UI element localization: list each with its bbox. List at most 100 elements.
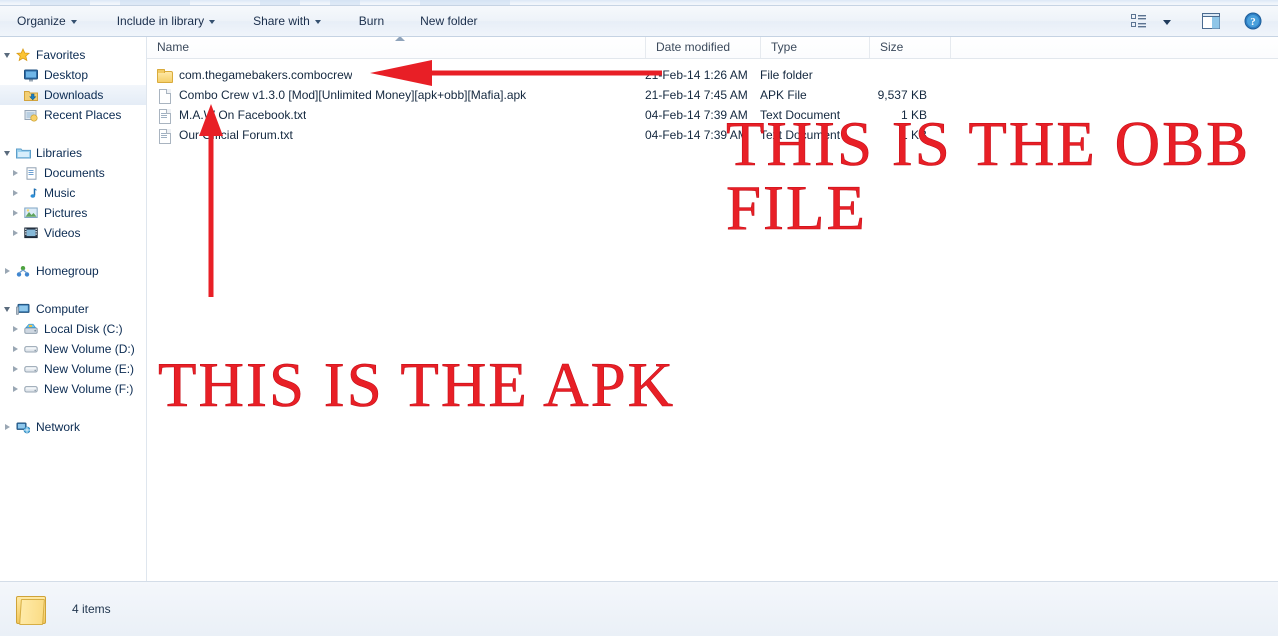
- desktop-icon: [22, 69, 40, 82]
- sidebar-item-downloads-label: Downloads: [44, 88, 104, 102]
- toolbar-share-with-button[interactable]: Share with: [244, 9, 330, 33]
- column-header-size-label: Size: [880, 40, 904, 54]
- file-type-cell: APK File: [760, 88, 807, 102]
- file-list-pane: Name Date modified Type Size com.thegame…: [147, 37, 1278, 582]
- toolbar-include-in-library-button[interactable]: Include in library: [108, 9, 224, 33]
- videos-icon: [22, 227, 40, 239]
- expand-arrow-icon[interactable]: [8, 386, 22, 392]
- column-header-date-modified[interactable]: Date modified: [645, 37, 760, 58]
- expand-arrow-icon[interactable]: [0, 424, 14, 430]
- file-size-cell: 9,537 KB: [877, 88, 927, 102]
- sidebar-item-videos-label: Videos: [44, 226, 81, 240]
- sidebar-group-network[interactable]: Network: [0, 417, 146, 437]
- expand-arrow-icon[interactable]: [8, 346, 22, 352]
- sidebar-item-pictures[interactable]: Pictures: [0, 203, 146, 223]
- sidebar-item-videos[interactable]: Videos: [0, 223, 146, 243]
- toolbar-new-folder-button[interactable]: New folder: [411, 9, 486, 33]
- drive-icon: [22, 363, 40, 375]
- toolbar-organize-button[interactable]: Organize: [8, 9, 86, 33]
- expand-arrow-icon[interactable]: [0, 268, 14, 274]
- expand-arrow-icon[interactable]: [8, 190, 22, 196]
- homegroup-icon: [14, 265, 32, 278]
- svg-text:?: ?: [1250, 16, 1256, 28]
- sidebar-group-computer[interactable]: Computer: [0, 299, 146, 319]
- preview-pane-icon[interactable]: [1198, 10, 1224, 32]
- navigation-pane[interactable]: Favorites Desktop Downloads Recent Place…: [0, 37, 147, 582]
- expand-arrow-icon[interactable]: [8, 230, 22, 236]
- table-row[interactable]: M.A.W On Facebook.txt 04-Feb-14 7:39 AM …: [147, 105, 1278, 125]
- sidebar-item-music-label: Music: [44, 186, 76, 200]
- sidebar-group-libraries[interactable]: Libraries: [0, 143, 146, 163]
- sidebar-item-local-disk-c[interactable]: Local Disk (C:): [0, 319, 146, 339]
- folder-icon: [157, 68, 173, 83]
- expand-arrow-icon[interactable]: [0, 150, 14, 156]
- sidebar-item-desktop[interactable]: Desktop: [0, 65, 146, 85]
- pictures-icon: [22, 207, 40, 219]
- sidebar-item-new-volume-e[interactable]: New Volume (E:): [0, 359, 146, 379]
- file-type-cell: Text Document: [760, 108, 841, 122]
- sidebar-group-computer-label: Computer: [36, 302, 89, 316]
- change-view-icon[interactable]: [1126, 10, 1152, 32]
- column-header-size[interactable]: Size: [869, 37, 950, 58]
- file-name-label: com.thegamebakers.combocrew: [179, 68, 353, 82]
- drive-icon: [22, 383, 40, 395]
- toolbar-organize-label: Organize: [17, 14, 66, 28]
- file-size-cell: 1 KB: [900, 128, 927, 142]
- sidebar-item-new-volume-f-label: New Volume (F:): [44, 382, 134, 396]
- sidebar-item-documents[interactable]: Documents: [0, 163, 146, 183]
- item-count-label: 4 items: [72, 602, 111, 616]
- expand-arrow-icon[interactable]: [0, 52, 14, 58]
- sidebar-item-recent-places[interactable]: Recent Places: [0, 105, 146, 125]
- sidebar-group-favorites[interactable]: Favorites: [0, 45, 146, 65]
- expand-arrow-icon[interactable]: [8, 170, 22, 176]
- chevron-down-icon: [70, 20, 77, 24]
- view-dropdown-icon[interactable]: [1154, 10, 1180, 32]
- toolbar-burn-button[interactable]: Burn: [350, 9, 393, 33]
- sidebar-item-new-volume-f[interactable]: New Volume (F:): [0, 379, 146, 399]
- status-bar: 4 items: [0, 581, 1278, 636]
- table-row[interactable]: Our Official Forum.txt 04-Feb-14 7:39 AM…: [147, 125, 1278, 145]
- file-name-cell[interactable]: com.thegamebakers.combocrew: [157, 65, 352, 85]
- sidebar-item-new-volume-d-label: New Volume (D:): [44, 342, 135, 356]
- sidebar-item-downloads[interactable]: Downloads: [0, 85, 146, 105]
- file-rows: com.thegamebakers.combocrew 21-Feb-14 1:…: [147, 59, 1278, 145]
- drive-icon: [22, 343, 40, 355]
- sidebar-item-pictures-label: Pictures: [44, 206, 88, 220]
- sidebar-item-new-volume-d[interactable]: New Volume (D:): [0, 339, 146, 359]
- toolbar-share-with-label: Share with: [253, 14, 310, 28]
- file-name-cell[interactable]: M.A.W On Facebook.txt: [157, 105, 306, 125]
- column-header-name-label: Name: [157, 40, 190, 54]
- column-header-type-label: Type: [771, 40, 798, 54]
- column-header-row: Name Date modified Type Size: [147, 37, 1278, 59]
- toolbar-include-in-library-label: Include in library: [116, 14, 205, 28]
- column-header-type[interactable]: Type: [760, 37, 869, 58]
- sidebar-group-homegroup[interactable]: Homegroup: [0, 261, 146, 281]
- expand-arrow-icon[interactable]: [8, 326, 22, 332]
- folder-icon: [14, 594, 48, 625]
- table-row[interactable]: Combo Crew v1.3.0 [Mod][Unlimited Money]…: [147, 85, 1278, 105]
- file-type-cell: File folder: [760, 68, 813, 82]
- expand-arrow-icon[interactable]: [0, 306, 14, 312]
- file-name-label: Our Official Forum.txt: [179, 128, 293, 142]
- file-date-cell: 21-Feb-14 7:45 AM: [645, 88, 748, 102]
- toolbar-right-group: ?: [1126, 10, 1278, 32]
- file-name-cell[interactable]: Combo Crew v1.3.0 [Mod][Unlimited Money]…: [157, 85, 526, 105]
- help-icon[interactable]: ?: [1240, 10, 1266, 32]
- file-name-cell[interactable]: Our Official Forum.txt: [157, 125, 293, 145]
- apk-file-icon: [157, 88, 172, 104]
- expand-arrow-icon[interactable]: [8, 366, 22, 372]
- file-date-cell: 21-Feb-14 1:26 AM: [645, 68, 748, 82]
- column-header-name[interactable]: Name: [147, 37, 645, 58]
- sort-ascending-icon: [395, 37, 405, 41]
- sidebar-group-homegroup-label: Homegroup: [36, 264, 99, 278]
- sidebar-item-music[interactable]: Music: [0, 183, 146, 203]
- file-size-cell: 1 KB: [900, 108, 927, 122]
- table-row[interactable]: com.thegamebakers.combocrew 21-Feb-14 1:…: [147, 65, 1278, 85]
- chevron-down-icon: [1163, 19, 1171, 25]
- text-file-icon: [157, 108, 172, 124]
- libraries-icon: [14, 147, 32, 160]
- expand-arrow-icon[interactable]: [8, 210, 22, 216]
- documents-icon: [22, 166, 40, 180]
